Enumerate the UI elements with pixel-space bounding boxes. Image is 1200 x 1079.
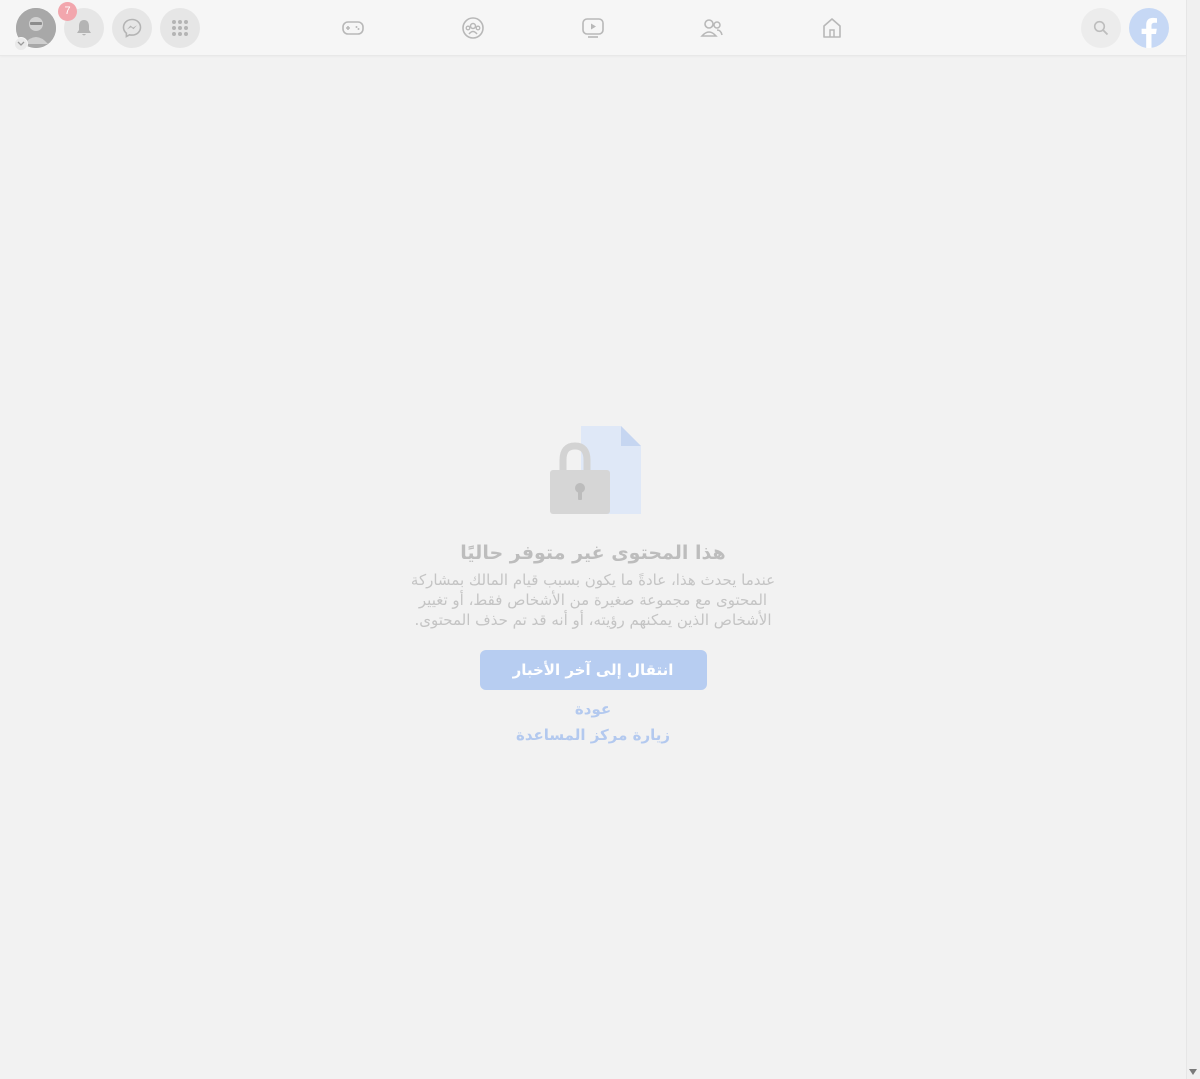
tab-gaming[interactable] bbox=[298, 4, 408, 52]
page: 7 هذا المحتوى غير متوفر حاليًا عندما يحد… bbox=[0, 0, 1200, 1079]
tab-home[interactable] bbox=[777, 4, 887, 52]
grid-menu-icon bbox=[172, 20, 188, 36]
top-navigation-bar: 7 bbox=[0, 0, 1186, 56]
search-button[interactable] bbox=[1081, 8, 1121, 48]
groups-icon bbox=[462, 17, 484, 39]
notifications-badge: 7 bbox=[58, 2, 77, 21]
scroll-down-arrow[interactable] bbox=[1186, 1067, 1200, 1077]
menu-button[interactable] bbox=[160, 8, 200, 48]
back-link[interactable]: عودة bbox=[380, 700, 806, 718]
locked-document-icon bbox=[550, 426, 641, 514]
messenger-icon bbox=[122, 18, 142, 38]
go-to-news-feed-button[interactable]: انتقال إلى آخر الأخبار bbox=[479, 650, 707, 690]
gamepad-icon bbox=[342, 21, 364, 35]
messenger-button[interactable] bbox=[112, 8, 152, 48]
video-play-icon bbox=[582, 18, 604, 38]
facebook-logo[interactable] bbox=[1129, 8, 1169, 48]
vertical-scrollbar[interactable] bbox=[1186, 0, 1200, 1079]
content-unavailable-panel: هذا المحتوى غير متوفر حاليًا عندما يحدث … bbox=[380, 420, 806, 744]
search-icon bbox=[1093, 20, 1109, 36]
facebook-logo-icon bbox=[1129, 8, 1169, 48]
description-text: عندما يحدث هذا، عادةً ما يكون بسبب قيام … bbox=[410, 571, 776, 629]
tab-groups[interactable] bbox=[418, 4, 528, 52]
tab-friends[interactable] bbox=[657, 4, 767, 52]
bell-icon bbox=[77, 20, 91, 36]
tab-watch[interactable] bbox=[538, 4, 648, 52]
triangle-down-icon bbox=[1189, 1069, 1197, 1075]
help-center-link[interactable]: زيارة مركز المساعدة bbox=[380, 726, 806, 744]
account-menu-chevron[interactable] bbox=[14, 37, 28, 51]
chevron-down-icon bbox=[17, 41, 25, 46]
page-title: هذا المحتوى غير متوفر حاليًا bbox=[460, 542, 726, 564]
friends-icon bbox=[700, 19, 723, 37]
profile-avatar[interactable] bbox=[14, 8, 56, 51]
home-icon bbox=[823, 18, 841, 38]
